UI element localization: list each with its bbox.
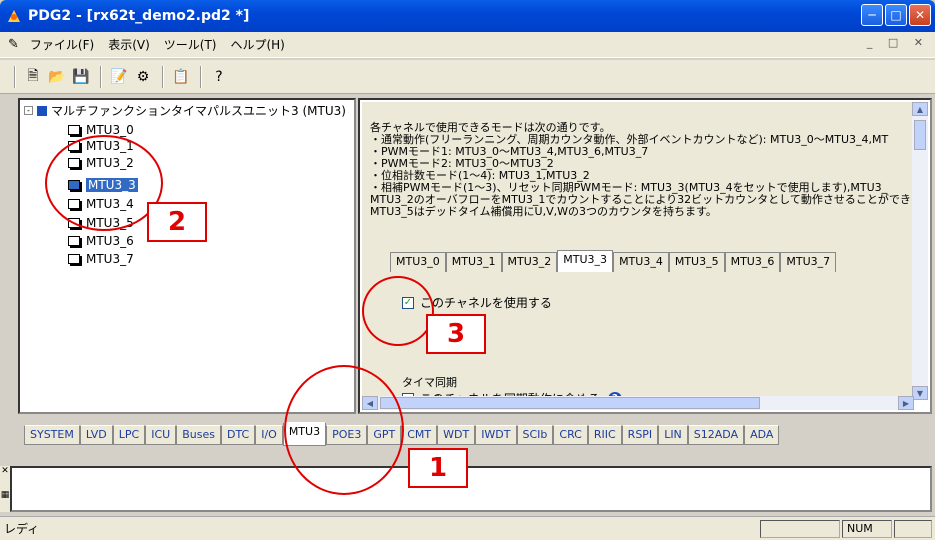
settings-icon[interactable]: 📋 [170, 66, 192, 88]
annotation-label-1: 1 [408, 448, 468, 488]
scroll-up-icon[interactable]: ▲ [912, 102, 928, 116]
window-title: PDG2 - [rx62t_demo2.pd2 *] [28, 8, 250, 24]
menu-help[interactable]: ヘルプ(H) [223, 36, 291, 53]
toolbar: 🗎 📂 💾 📝 ⚙ 📋 ? [0, 60, 935, 94]
tab-lvd[interactable]: LVD [79, 425, 113, 445]
status-panel-empty [760, 520, 840, 538]
scroll-thumb[interactable] [380, 397, 760, 409]
tab-mtu3-1[interactable]: MTU3_1 [445, 252, 502, 272]
tab-cmt[interactable]: CMT [401, 425, 438, 445]
menu-tools[interactable]: ツール(T) [157, 36, 224, 53]
channel-icon [68, 125, 80, 135]
property-pane[interactable]: 各チャネルで使用できるモードは次の通りです。 ・通常動作(フリーランニング、周期… [358, 98, 932, 414]
tab-icu[interactable]: ICU [145, 425, 177, 445]
status-bar: レディ NUM [0, 516, 935, 540]
tree-item-mtu3-6[interactable]: MTU3_6 [68, 233, 134, 249]
toolbar-separator [200, 65, 202, 88]
tab-ada[interactable]: ADA [744, 425, 780, 445]
tab-mtu3-7[interactable]: MTU3_7 [780, 252, 837, 272]
tree-root-label: マルチファンクションタイマパルスユニット3 (MTU3) [51, 104, 346, 118]
tab-dtc[interactable]: DTC [220, 425, 256, 445]
help-icon[interactable]: ? [208, 66, 230, 88]
collapse-icon[interactable]: - [24, 106, 33, 115]
annotation-label-3: 3 [426, 314, 486, 354]
tab-iwdt[interactable]: IWDT [475, 425, 517, 445]
tab-riic[interactable]: RIIC [587, 425, 622, 445]
annotation-circle-1 [284, 365, 404, 495]
minimize-button[interactable]: ─ [861, 4, 883, 26]
tab-io[interactable]: I/O [255, 425, 283, 445]
menu-view[interactable]: 表示(V) [101, 36, 157, 53]
channel-icon [68, 236, 80, 246]
channel-tab-strip: MTU3_0 MTU3_1 MTU3_2 MTU3_3 MTU3_4 MTU3_… [390, 250, 837, 272]
scroll-down-icon[interactable]: ▼ [912, 386, 928, 400]
close-icon[interactable]: ✕ [0, 466, 10, 476]
tree-root[interactable]: - マルチファンクションタイマパルスユニット3 (MTU3) [24, 102, 346, 119]
doc-icon: ✎ [8, 37, 19, 52]
module-icon [37, 105, 47, 116]
tab-rspi[interactable]: RSPI [621, 425, 659, 445]
edit-icon[interactable]: ⚙ [132, 66, 154, 88]
tab-mtu3-0[interactable]: MTU3_0 [390, 252, 446, 272]
tab-mtu3-5[interactable]: MTU3_5 [668, 252, 725, 272]
output-pane[interactable] [10, 466, 932, 512]
tab-s12ada[interactable]: S12ADA [687, 425, 745, 445]
tab-mtu3-3[interactable]: MTU3_3 [557, 250, 614, 272]
annotation-circle-3 [362, 276, 434, 346]
tree-item-mtu3-7[interactable]: MTU3_7 [68, 251, 134, 267]
timer-sync-group-label: タイマ同期 [402, 376, 457, 389]
app-icon [6, 8, 22, 24]
new-icon[interactable]: 🗎 [22, 66, 44, 88]
scroll-right-icon[interactable]: ▶ [898, 396, 914, 410]
tab-lin[interactable]: LIN [658, 425, 688, 445]
close-button[interactable]: ✕ [909, 4, 931, 26]
vertical-scrollbar[interactable]: ▲ ▼ [912, 102, 928, 400]
tab-crc[interactable]: CRC [553, 425, 588, 445]
status-panel-empty [894, 520, 932, 538]
tab-lpc[interactable]: LPC [112, 425, 146, 445]
annotation-label-2: 2 [147, 202, 207, 242]
open-icon[interactable]: 📂 [46, 66, 68, 88]
save-icon[interactable]: 💾 [70, 66, 92, 88]
maximize-button[interactable]: □ [885, 4, 907, 26]
horizontal-scrollbar[interactable]: ◀ ▶ [362, 396, 914, 410]
toolbar-grip [14, 65, 16, 88]
tab-system[interactable]: SYSTEM [24, 425, 80, 445]
tab-mtu3-6[interactable]: MTU3_6 [724, 252, 781, 272]
output-pane-grip[interactable]: ✕ ▦ [0, 466, 10, 512]
scroll-thumb[interactable] [914, 120, 926, 150]
menu-bar: ✎ ファイル(F) 表示(V) ツール(T) ヘルプ(H) _ □ ✕ [0, 32, 935, 58]
pin-icon[interactable]: ▦ [0, 490, 10, 500]
title-bar: PDG2 - [rx62t_demo2.pd2 *] ─ □ ✕ [0, 0, 935, 32]
status-num: NUM [842, 520, 892, 538]
tab-mtu3-4[interactable]: MTU3_4 [613, 252, 669, 272]
use-channel-label: このチャネルを使用する [420, 296, 552, 310]
tab-scib[interactable]: SCIb [516, 425, 554, 445]
status-text: レディ [4, 522, 40, 536]
annotation-circle-2 [45, 135, 163, 231]
menu-file[interactable]: ファイル(F) [23, 36, 101, 53]
tab-mtu3-2[interactable]: MTU3_2 [501, 252, 558, 272]
property-content: 各チャネルで使用できるモードは次の通りです。 ・通常動作(フリーランニング、周期… [362, 102, 914, 400]
mdi-controls[interactable]: _ □ ✕ [867, 36, 929, 49]
generate-code-icon[interactable]: 📝 [108, 66, 130, 88]
channel-icon [68, 254, 80, 264]
tab-wdt[interactable]: WDT [437, 425, 476, 445]
tab-buses[interactable]: Buses [176, 425, 221, 445]
toolbar-separator [162, 65, 164, 88]
toolbar-separator [100, 65, 102, 88]
description-line: MTU3_5はデッドタイム補償用にU,V,Wの3つのカウンタを持ちます。 [370, 205, 717, 218]
